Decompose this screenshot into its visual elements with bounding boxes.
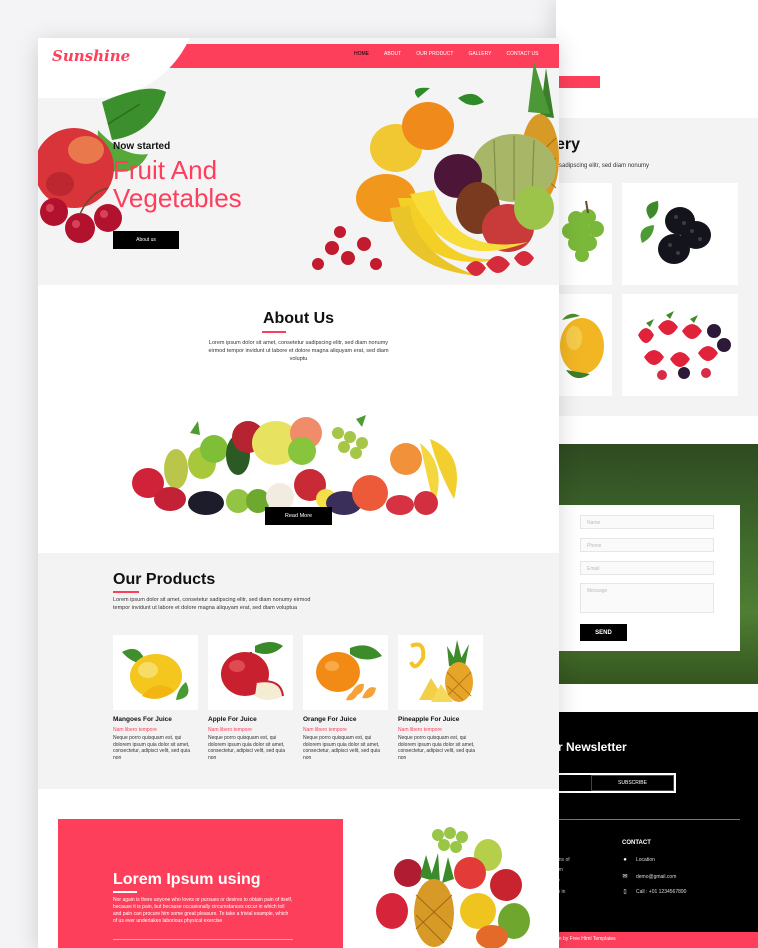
copyright-bar: gn by Free Html Templates: [556, 932, 758, 948]
mango-juice-image: [121, 648, 188, 700]
lorem-title: Lorem Ipsum using: [113, 871, 261, 888]
product-name: Orange For Juice: [303, 716, 357, 723]
product-name: Apple For Juice: [208, 716, 257, 723]
about-us-button[interactable]: About us: [113, 231, 179, 249]
stage: ery sadipscing elitr, sed diam nonumy Na…: [0, 0, 758, 948]
nav-home[interactable]: HOME: [354, 51, 369, 57]
product-card-orange[interactable]: Orange For Juice Nam libero tempore Nequ…: [303, 635, 388, 761]
product-image: [113, 635, 198, 710]
gallery-title: ery: [556, 136, 581, 153]
about-title: About Us: [262, 310, 335, 327]
phone-text: Call : +01 1234567890: [636, 888, 687, 895]
back-page-preview: ery sadipscing elitr, sed diam nonumy Na…: [556, 0, 758, 948]
product-image: [208, 635, 293, 710]
lorem-section: Lorem Ipsum using Nor again is there any…: [38, 789, 559, 948]
read-more-button[interactable]: Read More: [265, 507, 332, 525]
email-text: demo@gmail.com: [636, 873, 677, 880]
lorem-divider: [113, 939, 293, 940]
message-field[interactable]: Message: [580, 583, 714, 613]
gallery-text: sadipscing elitr, sed diam nonumy: [559, 163, 650, 169]
hero-title: Fruit And Vegetables: [113, 156, 242, 212]
product-description: Neque porro quisquam est, qui dolorem ip…: [113, 735, 190, 761]
mango-image: [560, 313, 604, 379]
about-text: Lorem ipsum dolor sit amet, consetetur s…: [208, 340, 389, 362]
nav-our-product[interactable]: OUR PRODUCT: [416, 51, 453, 57]
fruit-basket-image: [376, 827, 530, 948]
front-page: Sunshine HOME ABOUT OUR PRODUCT GALLERY …: [38, 38, 559, 948]
product-description: Neque porro quisquam est, qui dolorem ip…: [208, 735, 285, 761]
product-subtitle: Nam libero tempore: [398, 727, 442, 733]
lorem-text: Nor again is there anyone who loves or p…: [113, 897, 293, 924]
product-description: Neque porro quisquam est, qui dolorem ip…: [398, 735, 475, 761]
send-button[interactable]: SEND: [580, 624, 627, 641]
gallery-section: ery sadipscing elitr, sed diam nonumy: [556, 118, 758, 416]
hero-title-line-2: Vegetables: [113, 183, 242, 213]
about-title-underline: [262, 331, 286, 333]
nav-contact-us[interactable]: CONTACT US: [506, 51, 538, 57]
product-subtitle: Nam libero tempore: [208, 727, 252, 733]
location-pin-icon: ●: [623, 857, 627, 863]
copyright-text: gn by Free Html Templates: [556, 936, 616, 942]
site-logo[interactable]: Sunshine: [52, 47, 130, 65]
contact-form: Name Phone Email Message SEND: [556, 505, 740, 651]
location-text: Location: [636, 857, 655, 863]
berries-image: [638, 311, 731, 380]
gallery-tile-blackberries[interactable]: [622, 183, 738, 285]
about-section: About Us Lorem ipsum dolor sit amet, con…: [38, 285, 559, 553]
main-nav: HOME ABOUT OUR PRODUCT GALLERY CONTACT U…: [354, 51, 539, 57]
subscribe-button[interactable]: SUBSCRIBE: [591, 775, 674, 791]
phone-field[interactable]: Phone: [580, 538, 714, 552]
location-row: ● Location: [622, 857, 655, 863]
blackberries-image: [640, 201, 711, 264]
products-title-underline: [113, 591, 139, 593]
product-card-mango[interactable]: Mangoes For Juice Nam libero tempore Neq…: [113, 635, 198, 761]
gallery-tile-grapes[interactable]: [556, 183, 612, 285]
product-image: [398, 635, 483, 710]
pineapple-juice-image: [408, 639, 473, 702]
apple-juice-image: [220, 641, 284, 700]
product-image: [303, 635, 388, 710]
hero-title-line-1: Fruit And: [113, 155, 218, 185]
phone-icon: ▯: [623, 889, 627, 895]
footer-divider: [556, 819, 740, 820]
nav-gallery[interactable]: GALLERY: [468, 51, 491, 57]
grapes-image: [562, 200, 604, 262]
product-card-pineapple[interactable]: Pineapple For Juice Nam libero tempore N…: [398, 635, 483, 761]
footer: r Newsletter SUBSCRIBE ons of um ty m in…: [556, 712, 758, 948]
footer-contact-title: CONTACT: [622, 840, 651, 846]
product-description: Neque porro quisquam est, qui dolorem ip…: [303, 735, 380, 761]
hero-section: Sunshine HOME ABOUT OUR PRODUCT GALLERY …: [38, 38, 559, 285]
top-strip: [556, 62, 758, 76]
gallery-tile-berries[interactable]: [622, 294, 738, 396]
name-field[interactable]: Name: [580, 515, 714, 529]
products-intro: Lorem ipsum dolor sit amet, consetetur s…: [113, 597, 311, 611]
hero-kicker: Now started: [113, 141, 171, 152]
products-title: Our Products: [113, 571, 216, 588]
phone-row[interactable]: ▯ Call : +01 1234567890: [622, 888, 687, 896]
product-name: Mangoes For Juice: [113, 716, 172, 723]
newsletter-title: r Newsletter: [558, 740, 627, 754]
orange-juice-image: [315, 644, 382, 700]
product-card-apple[interactable]: Apple For Juice Nam libero tempore Neque…: [208, 635, 293, 761]
products-section: Our Products Lorem ipsum dolor sit amet,…: [38, 553, 559, 789]
lorem-card: Lorem Ipsum using Nor again is there any…: [58, 819, 343, 948]
product-subtitle: Nam libero tempore: [303, 727, 347, 733]
gallery-tile-mango[interactable]: [556, 294, 612, 396]
pink-accent-bar: [556, 76, 600, 88]
lorem-title-underline: [113, 891, 137, 893]
hero-fruit-pile-image: [312, 62, 559, 276]
envelope-icon: ✉: [622, 874, 628, 880]
email-row[interactable]: ✉ demo@gmail.com: [622, 873, 677, 881]
product-name: Pineapple For Juice: [398, 716, 460, 723]
product-subtitle: Nam libero tempore: [113, 727, 157, 733]
nav-about[interactable]: ABOUT: [384, 51, 401, 57]
email-field[interactable]: Email: [580, 561, 714, 575]
